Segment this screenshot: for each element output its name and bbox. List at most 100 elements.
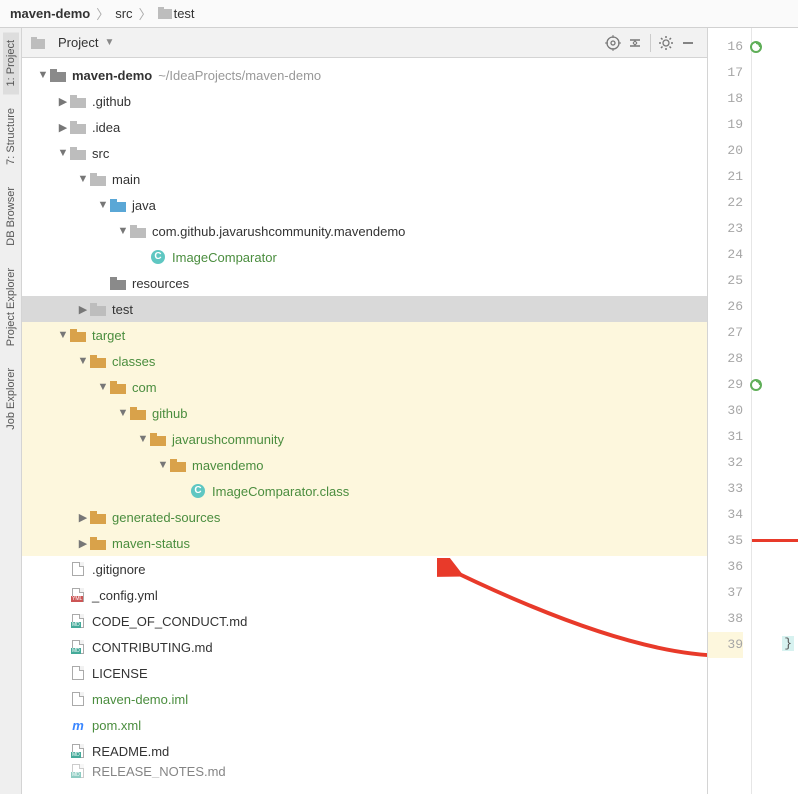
md-file-icon [72,640,84,654]
line-number: 35 [708,528,743,554]
line-number: 23 [708,216,743,242]
chevron-down-icon[interactable]: ▼ [76,173,90,185]
tree-node[interactable]: ▶LICENSE [22,660,707,686]
tree-node-label: .github [92,94,131,109]
tree-node[interactable]: ▶.gitignore [22,556,707,582]
tree-node[interactable]: ▶.idea [22,114,707,140]
tool-tab-db-browser[interactable]: DB Browser [3,179,19,254]
line-number: 26 [708,294,743,320]
tree-node[interactable]: ▶_config.yml [22,582,707,608]
md-file-icon [72,764,84,778]
tree-node[interactable]: ▼ src [22,140,707,166]
tree-node[interactable]: ▼main [22,166,707,192]
tree-node[interactable]: ▼mavendemo [22,452,707,478]
tree-node-label: com.github.javarushcommunity.mavendemo [152,224,405,239]
file-icon [72,562,84,576]
tree-node[interactable]: ▶resources [22,270,707,296]
tree-node[interactable]: ▶RELEASE_NOTES.md [22,764,707,778]
pane-title-label: Project [58,35,98,50]
tree-node-label: _config.yml [92,588,158,603]
project-pane-header: Project ▼ [22,28,707,58]
annotation-line [752,539,798,542]
line-number: 29 [708,372,743,398]
tool-tab-project-explorer[interactable]: Project Explorer [3,260,19,354]
chevron-down-icon[interactable]: ▼ [96,381,110,393]
chevron-down-icon[interactable]: ▼ [116,225,130,237]
tool-tab-7-structure[interactable]: 7: Structure [3,100,19,173]
tree-node[interactable]: ▶maven-demo.iml [22,686,707,712]
gear-icon[interactable] [655,32,677,54]
chevron-down-icon[interactable]: ▼ [96,199,110,211]
tree-node[interactable]: ▼ java [22,192,707,218]
tool-tab-1-project[interactable]: 1: Project [3,32,19,94]
line-number: 36 [708,554,743,580]
collapse-icon[interactable] [624,32,646,54]
line-numbers: 1617181920212223242526272829303132333435… [708,28,752,794]
class-icon: C [151,250,165,264]
chevron-down-icon[interactable]: ▼ [36,69,50,81]
tree-node[interactable]: ▼ javarushcommunity [22,426,707,452]
line-number: 21 [708,164,743,190]
line-number: 19 [708,112,743,138]
tree-node[interactable]: ▶CONTRIBUTING.md [22,634,707,660]
yml-file-icon [72,588,84,602]
line-number: 38 [708,606,743,632]
chevron-right-icon[interactable]: ▶ [76,537,90,550]
breadcrumb-item[interactable]: src [115,6,132,21]
tree-node[interactable]: ▼target [22,322,707,348]
chevron-right-icon[interactable]: ▶ [56,121,70,134]
target-icon[interactable] [602,32,624,54]
tree-node[interactable]: ▶maven-status [22,530,707,556]
tree-node-label: RELEASE_NOTES.md [92,764,226,778]
tree-node[interactable]: ▼maven-demo~/IdeaProjects/maven-demo [22,62,707,88]
tree-node[interactable]: ▶mpom.xml [22,712,707,738]
pane-title[interactable]: Project ▼ [30,35,114,50]
md-file-icon [72,614,84,628]
chevron-down-icon[interactable]: ▼ [56,329,70,341]
chevron-down-icon[interactable]: ▼ [136,433,150,445]
project-pane: Project ▼ ▼maven-demo~/IdeaProjects/mave… [22,28,708,794]
tree-node[interactable]: ▶ .github [22,88,707,114]
tree-node[interactable]: ▶ generated-sources [22,504,707,530]
tree-node[interactable]: ▶CImageComparator [22,244,707,270]
tree-node[interactable]: ▶test [22,296,707,322]
tree-node[interactable]: ▼ com [22,374,707,400]
tree-node-label: src [92,146,109,161]
chevron-down-icon[interactable]: ▼ [76,355,90,367]
chevron-down-icon[interactable]: ▼ [156,459,170,471]
breadcrumb: maven-demo〉src〉test [0,0,798,28]
line-number: 32 [708,450,743,476]
line-number: 18 [708,86,743,112]
tree-node-label: classes [112,354,155,369]
tree-node-label: maven-demo.iml [92,692,188,707]
tree-node[interactable]: ▼ com.github.javarushcommunity.mavendemo [22,218,707,244]
project-tree[interactable]: ▼maven-demo~/IdeaProjects/maven-demo▶.gi… [22,58,707,794]
file-icon [72,692,84,706]
tree-node[interactable]: ▼ classes [22,348,707,374]
tree-node-label: CODE_OF_CONDUCT.md [92,614,247,629]
tree-node[interactable]: ▶CODE_OF_CONDUCT.md [22,608,707,634]
line-number: 37 [708,580,743,606]
chevron-right-icon[interactable]: ▶ [76,303,90,316]
chevron-right-icon[interactable]: ▶ [76,511,90,524]
breadcrumb-item[interactable]: maven-demo [10,6,90,21]
tree-node-label: java [132,198,156,213]
chevron-down-icon[interactable]: ▼ [116,407,130,419]
line-number: 33 [708,476,743,502]
minimize-icon[interactable] [677,32,699,54]
breadcrumb-item[interactable]: test [158,6,195,21]
chevron-right-icon[interactable]: ▶ [56,95,70,108]
editor-gutter: README 161718192021222324252627282930313… [708,28,798,794]
chevron-down-icon[interactable]: ▼ [56,147,70,159]
tree-node[interactable]: ▼ github [22,400,707,426]
editor-fold-gutter: −−− } [752,28,798,794]
tree-node[interactable]: ▶README.md [22,738,707,764]
tree-node[interactable]: ▶CImageComparator.class [22,478,707,504]
line-number: 27 [708,320,743,346]
tree-node-label: com [132,380,157,395]
line-number: 39 [708,632,743,658]
tool-tab-job-explorer[interactable]: Job Explorer [3,360,19,438]
tree-node-label: generated-sources [112,510,220,525]
tree-node-label: javarushcommunity [172,432,284,447]
tree-node-label: github [152,406,187,421]
